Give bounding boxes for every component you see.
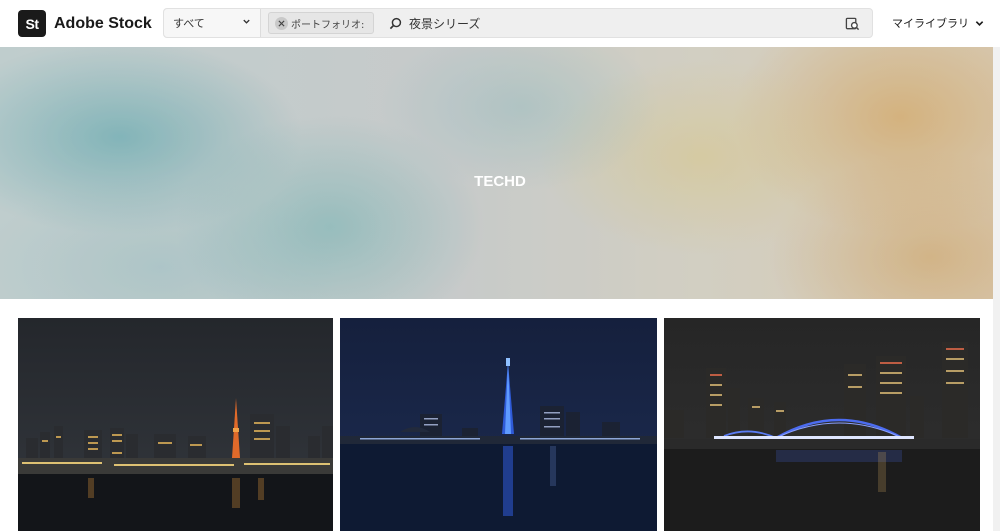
my-library-menu[interactable]: マイライブラリ — [892, 15, 984, 31]
gallery-thumbnail-1[interactable] — [18, 318, 333, 531]
thumbnail-image — [18, 318, 333, 531]
portfolio-filter-chip: ポートフォリオ: — [268, 12, 374, 34]
my-library-label: マイライブラリ — [892, 17, 969, 30]
search-icon — [389, 17, 402, 30]
filter-chip-label: ポートフォリオ: — [291, 19, 365, 31]
gallery-thumbnail-2[interactable] — [340, 318, 657, 531]
top-header: St Adobe Stock すべて ポートフォリオ: マイライブラリ — [0, 0, 1000, 47]
gallery-thumbnail-3[interactable] — [664, 318, 980, 531]
portfolio-hero-banner: TECHD — [0, 47, 1000, 299]
search-bar: すべて ポートフォリオ: — [163, 8, 873, 38]
category-selected-label: すべて — [173, 17, 205, 30]
image-search-icon[interactable] — [845, 16, 860, 31]
chevron-down-icon — [975, 20, 984, 26]
search-input[interactable] — [409, 13, 829, 33]
close-icon[interactable] — [275, 16, 288, 30]
logo-text: Adobe Stock — [54, 14, 152, 32]
adobe-stock-logo[interactable]: St Adobe Stock — [18, 10, 152, 37]
portfolio-title: TECHD — [474, 173, 526, 190]
thumbnail-image — [340, 318, 657, 531]
category-dropdown[interactable]: すべて — [164, 9, 261, 37]
image-gallery — [0, 318, 1000, 531]
thumbnail-image — [664, 318, 980, 531]
stock-logo-icon: St — [18, 10, 46, 37]
chevron-down-icon — [243, 19, 250, 24]
